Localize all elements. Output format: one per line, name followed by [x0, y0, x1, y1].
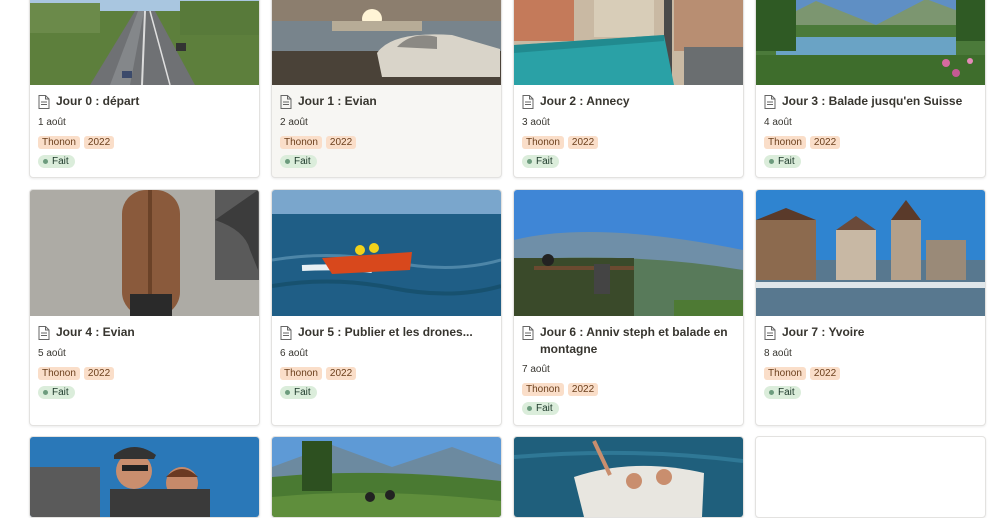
tag-location: Thonon	[38, 367, 80, 380]
tag-year: 2022	[83, 367, 115, 380]
tag-location: Thonon	[764, 136, 806, 149]
card-date: 1 août	[38, 117, 66, 128]
gallery-card[interactable]: Jour 0 : départ 1 août Thonon 2022 Fait	[29, 0, 260, 178]
status-badge: Fait	[764, 155, 801, 168]
card-title: Jour 5 : Publier et les drones...	[298, 325, 473, 339]
page-icon	[764, 326, 776, 340]
tag-year: 2022	[567, 136, 599, 149]
page-icon	[38, 326, 50, 340]
tag-year: 2022	[567, 383, 599, 396]
cover-image	[30, 190, 259, 316]
card-title: Jour 1 : Evian	[298, 94, 377, 108]
card-date: 6 août	[280, 348, 308, 359]
page-icon	[764, 95, 776, 109]
status-dot-icon	[43, 159, 48, 164]
card-title: Jour 6 : Anniv steph et balade en montag…	[540, 325, 728, 356]
status-badge: Fait	[280, 386, 317, 399]
cover-image	[272, 437, 501, 517]
tag-year: 2022	[809, 136, 841, 149]
cover-image	[30, 437, 259, 517]
gallery-card[interactable]: Jour 6 : Anniv steph et balade en montag…	[513, 189, 744, 426]
cover-image	[514, 437, 743, 517]
status-badge: Fait	[522, 155, 559, 168]
card-title: Jour 0 : départ	[56, 94, 140, 108]
cover-image	[272, 0, 501, 85]
page-icon	[522, 326, 534, 340]
tag-year: 2022	[325, 367, 357, 380]
status-dot-icon	[285, 390, 290, 395]
card-title: Jour 3 : Balade jusqu'en Suisse	[782, 94, 963, 108]
page-icon	[280, 326, 292, 340]
card-date: 7 août	[522, 364, 550, 375]
status-badge: Fait	[764, 386, 801, 399]
tag-location: Thonon	[522, 136, 564, 149]
cover-image	[756, 0, 985, 85]
page-icon	[280, 95, 292, 109]
tag-location: Thonon	[280, 136, 322, 149]
status-dot-icon	[769, 159, 774, 164]
status-badge: Fait	[38, 386, 75, 399]
card-title: Jour 2 : Annecy	[540, 94, 630, 108]
cover-image	[514, 0, 743, 85]
new-card-placeholder[interactable]	[755, 436, 986, 518]
page-icon	[522, 95, 534, 109]
gallery-card[interactable]: Jour 3 : Balade jusqu'en Suisse 4 août T…	[755, 0, 986, 178]
tag-location: Thonon	[38, 136, 80, 149]
gallery-card[interactable]	[29, 436, 260, 518]
card-date: 4 août	[764, 117, 792, 128]
status-dot-icon	[527, 406, 532, 411]
tag-location: Thonon	[522, 383, 564, 396]
status-dot-icon	[527, 159, 532, 164]
cover-image	[756, 190, 985, 316]
tag-year: 2022	[325, 136, 357, 149]
gallery-card[interactable]	[271, 436, 502, 518]
card-date: 5 août	[38, 348, 66, 359]
gallery-card[interactable]: Jour 7 : Yvoire 8 août Thonon 2022 Fait	[755, 189, 986, 426]
tag-location: Thonon	[280, 367, 322, 380]
status-badge: Fait	[280, 155, 317, 168]
status-dot-icon	[769, 390, 774, 395]
gallery-card[interactable]: Jour 4 : Evian 5 août Thonon 2022 Fait	[29, 189, 260, 426]
page-icon	[38, 95, 50, 109]
card-date: 3 août	[522, 117, 550, 128]
tag-year: 2022	[809, 367, 841, 380]
gallery-card[interactable]: Jour 5 : Publier et les drones... 6 août…	[271, 189, 502, 426]
status-badge: Fait	[522, 402, 559, 415]
tag-year: 2022	[83, 136, 115, 149]
status-badge: Fait	[38, 155, 75, 168]
card-title: Jour 7 : Yvoire	[782, 325, 865, 339]
tag-location: Thonon	[764, 367, 806, 380]
cover-image	[272, 190, 501, 316]
card-title: Jour 4 : Evian	[56, 325, 135, 339]
card-date: 8 août	[764, 348, 792, 359]
gallery-card[interactable]: Jour 1 : Evian 2 août Thonon 2022 Fait	[271, 0, 502, 178]
cover-image	[514, 190, 743, 316]
card-date: 2 août	[280, 117, 308, 128]
gallery-card[interactable]	[513, 436, 744, 518]
status-dot-icon	[285, 159, 290, 164]
gallery-card[interactable]: Jour 2 : Annecy 3 août Thonon 2022 Fait	[513, 0, 744, 178]
cover-image	[30, 0, 259, 85]
status-dot-icon	[43, 390, 48, 395]
